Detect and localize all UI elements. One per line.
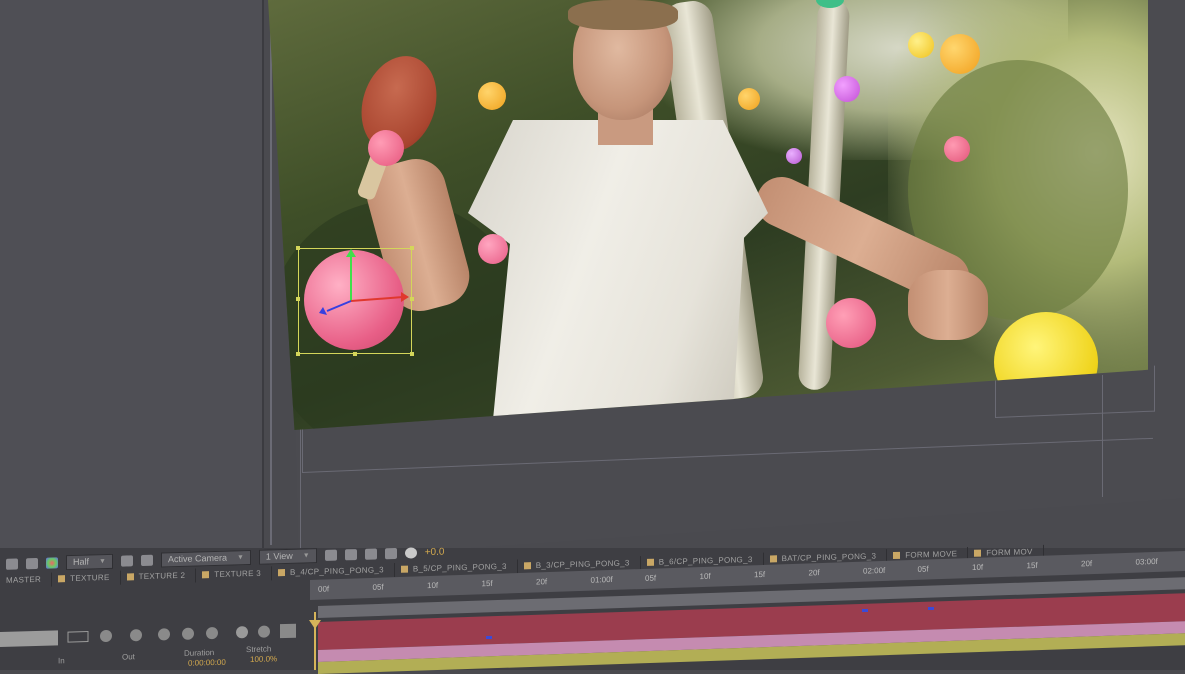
ruler-tick-label: 10f bbox=[972, 562, 984, 573]
tab-label: B_4/CP_PING_PONG_3 bbox=[290, 565, 384, 577]
ball-pink-far[interactable] bbox=[944, 136, 970, 162]
comp-icon bbox=[400, 565, 408, 573]
tab-label: B_3/CP_PING_PONG_3 bbox=[535, 558, 630, 571]
ball-pink-small[interactable] bbox=[478, 234, 508, 264]
comp-icon bbox=[126, 573, 134, 581]
motion-blur-icon bbox=[182, 627, 194, 640]
tab-texture-3[interactable]: TEXTURE 3 bbox=[196, 566, 273, 583]
hide-shy-icon bbox=[130, 629, 142, 642]
ruler-tick-label: 20f bbox=[1081, 559, 1093, 569]
tab-texture[interactable]: TEXTURE bbox=[52, 570, 121, 587]
viewer-guide-vertical bbox=[1102, 375, 1103, 497]
ruler-tick-label: 01:00f bbox=[590, 574, 613, 585]
z-axis-handle bbox=[326, 300, 352, 312]
playhead-handle[interactable] bbox=[309, 620, 321, 629]
keyframe-marker[interactable] bbox=[486, 636, 492, 639]
layer-in-value[interactable]: 0:00:00:00 bbox=[188, 658, 226, 668]
comp-mini-flowchart-icon bbox=[67, 631, 89, 643]
draft-3d-icon bbox=[100, 630, 112, 643]
comp-icon bbox=[278, 569, 286, 577]
ruler-tick-label: 02:00f bbox=[863, 565, 886, 576]
tab-label: TEXTURE bbox=[70, 572, 110, 584]
ball-orange-1[interactable] bbox=[478, 82, 506, 110]
tab-label: MASTER bbox=[6, 574, 42, 585]
frame-blending-icon bbox=[158, 628, 170, 641]
comp-icon bbox=[523, 562, 531, 570]
tab-texture-2[interactable]: TEXTURE 2 bbox=[120, 568, 197, 585]
timecode-field[interactable] bbox=[0, 630, 58, 647]
timeline-switch-icons bbox=[67, 623, 296, 643]
ruler-tick-label: 05f bbox=[372, 582, 384, 592]
column-out: Out bbox=[122, 652, 135, 662]
timeline-controls: In Out Duration Stretch 0:00:00:00 100.0… bbox=[0, 591, 320, 670]
column-in: In bbox=[58, 656, 65, 666]
ruler-tick-label: 05f bbox=[645, 573, 657, 583]
column-duration: Duration bbox=[184, 648, 215, 658]
tab-label: TEXTURE 3 bbox=[214, 568, 262, 580]
ruler-tick-label: 15f bbox=[754, 569, 766, 580]
ruler-tick-label: 20f bbox=[808, 568, 820, 578]
x-axis-handle bbox=[350, 296, 404, 302]
player-torso bbox=[468, 120, 768, 430]
layer-stretch-value[interactable]: 100.0% bbox=[250, 654, 277, 664]
y-axis-arrow bbox=[346, 249, 356, 257]
comp-icon bbox=[893, 551, 901, 560]
x-axis-arrow bbox=[401, 292, 409, 302]
comp-icon bbox=[646, 558, 654, 566]
ball-orange-3[interactable] bbox=[940, 34, 980, 74]
ball-pink-right[interactable] bbox=[826, 298, 876, 348]
column-stretch: Stretch bbox=[246, 644, 272, 655]
graph-editor-icon bbox=[206, 627, 218, 640]
tab-label: TEXTURE 2 bbox=[138, 570, 186, 582]
ball-yellow-1[interactable] bbox=[908, 32, 934, 58]
comp-icon bbox=[769, 555, 777, 563]
ball-purple-2[interactable] bbox=[786, 148, 802, 164]
comp-icon bbox=[58, 575, 66, 583]
comp-icon bbox=[974, 549, 982, 557]
keyframe-marker[interactable] bbox=[862, 609, 868, 612]
ball-purple-1[interactable] bbox=[834, 76, 860, 102]
ruler-tick-label: 10f bbox=[699, 571, 711, 582]
search-icon bbox=[236, 626, 248, 639]
ruler-tick-label: 05f bbox=[917, 564, 929, 574]
comp-icon bbox=[202, 571, 210, 579]
player-hair bbox=[568, 0, 678, 30]
timer-icon bbox=[258, 625, 270, 638]
ball-pink-hand[interactable] bbox=[368, 130, 404, 166]
viewer-inner-border bbox=[300, 420, 301, 550]
tab-master[interactable]: MASTER bbox=[0, 572, 53, 588]
viewer-left-border bbox=[270, 0, 272, 545]
keyframe-marker[interactable] bbox=[928, 607, 934, 610]
comp-settings-icon bbox=[280, 623, 296, 639]
footage-frame[interactable] bbox=[268, 0, 1148, 430]
ruler-tick-label: 03:00f bbox=[1135, 556, 1158, 567]
ball-orange-2[interactable] bbox=[738, 88, 760, 110]
right-hand bbox=[908, 270, 988, 340]
selection-bounding-box[interactable] bbox=[296, 246, 414, 356]
ruler-tick-label: 15f bbox=[1026, 560, 1038, 571]
3d-axis-gizmo[interactable] bbox=[299, 249, 411, 353]
ruler-tick-label: 20f bbox=[536, 577, 548, 587]
tab-label: B_5/CP_PING_PONG_3 bbox=[412, 561, 507, 574]
project-panel bbox=[0, 0, 264, 600]
ruler-tick-label: 15f bbox=[481, 578, 493, 589]
ruler-tick-label: 10f bbox=[427, 580, 439, 591]
z-axis-arrow bbox=[319, 307, 327, 315]
